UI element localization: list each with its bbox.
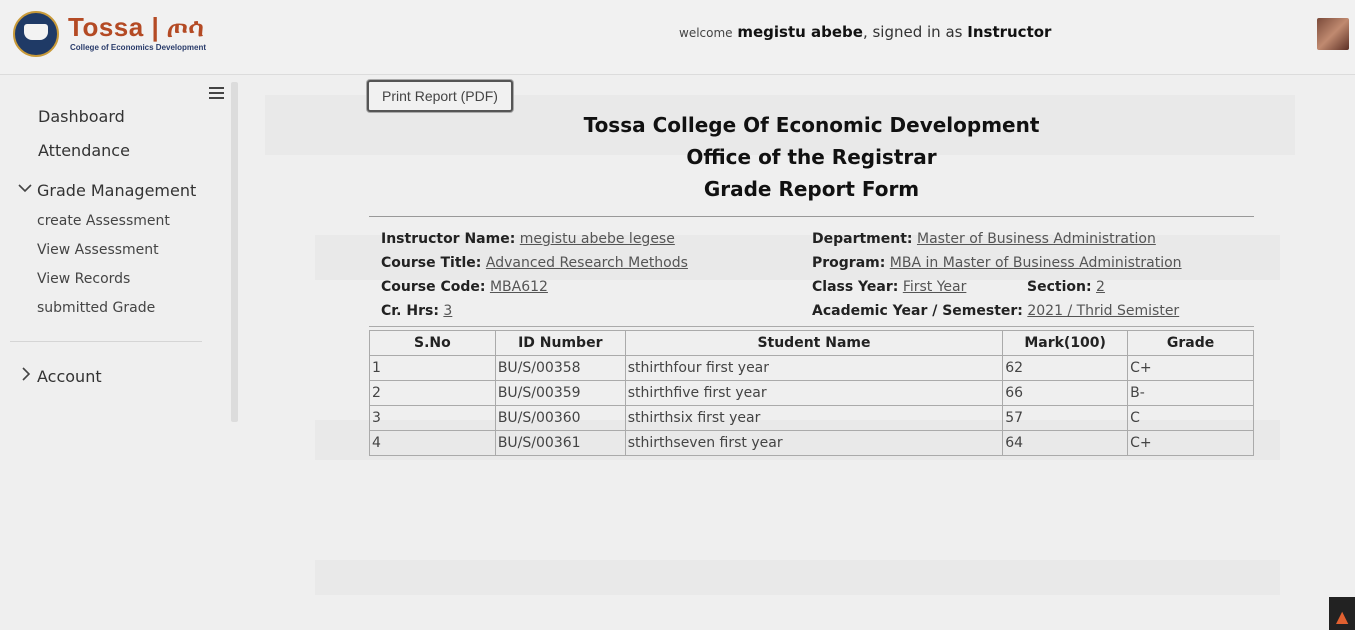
program-row: Program: MBA in Master of Business Admin…: [812, 255, 1182, 271]
credit-hours-label: Cr. Hrs:: [381, 303, 439, 319]
credit-hours-value: 3: [443, 303, 453, 319]
class-year-value: First Year: [902, 279, 967, 295]
print-report-button[interactable]: Print Report (PDF): [367, 80, 513, 112]
cell-sno: 3: [369, 405, 496, 431]
cell-sno: 2: [369, 380, 496, 406]
sidebar-item-attendance[interactable]: Attendance: [38, 141, 130, 160]
column-header-id: ID Number: [494, 330, 626, 356]
chevron-down-icon[interactable]: [17, 180, 33, 200]
sidebar-item-view-assessment[interactable]: View Assessment: [37, 242, 159, 258]
academic-year-label: Academic Year / Semester:: [812, 303, 1023, 319]
table-row: 2 BU/S/00359 sthirthfive first year 66 B…: [369, 380, 1254, 406]
column-header-sno: S.No: [369, 330, 496, 356]
cell-student-name: sthirthseven first year: [624, 430, 1004, 456]
welcome-message: welcome megistu abebe, signed in as Inst…: [679, 23, 1051, 41]
course-code-value: MBA612: [489, 279, 548, 295]
cell-student-name: sthirthfour first year: [624, 355, 1004, 381]
cell-mark: 57: [1002, 405, 1129, 431]
background-panel: [315, 560, 1280, 595]
department-value: Master of Business Administration: [916, 231, 1156, 247]
column-header-mark: Mark(100): [1002, 330, 1129, 356]
sidebar-divider: [10, 341, 202, 342]
cell-student-name: sthirthfive first year: [624, 380, 1004, 406]
user-name: megistu abebe: [737, 23, 863, 41]
course-title-row: Course Title: Advanced Research Methods: [381, 255, 688, 271]
cell-sno: 1: [369, 355, 496, 381]
sidebar-item-dashboard[interactable]: Dashboard: [38, 107, 125, 126]
cell-grade: C+: [1127, 430, 1254, 456]
class-year-label: Class Year:: [812, 279, 899, 295]
sidebar-item-view-records[interactable]: View Records: [37, 271, 130, 287]
welcome-prefix: welcome: [679, 26, 733, 40]
cell-sno: 4: [369, 430, 496, 456]
info-divider: [369, 326, 1254, 327]
logo-name[interactable]: Tossa | ጦሳ: [68, 12, 204, 44]
section-label: Section:: [1027, 279, 1092, 295]
report-office-title: Office of the Registrar: [686, 145, 937, 169]
course-title-value: Advanced Research Methods: [485, 255, 688, 271]
logo-subtitle: College of Economics Development: [70, 43, 207, 52]
flame-icon: ▲: [1336, 607, 1349, 626]
course-title-label: Course Title:: [381, 255, 482, 271]
academic-year-row: Academic Year / Semester: 2021 / Thrid S…: [812, 303, 1179, 319]
section-row: Section: 2: [1027, 279, 1105, 295]
cell-id: BU/S/00361: [494, 430, 626, 456]
cell-grade: B-: [1127, 380, 1254, 406]
table-header-row: S.No ID Number Student Name Mark(100) Gr…: [369, 330, 1254, 356]
cell-student-name: sthirthsix first year: [624, 405, 1004, 431]
column-header-grade: Grade: [1127, 330, 1254, 356]
instructor-name-value: megistu abebe legese: [519, 231, 675, 247]
user-role: Instructor: [967, 23, 1052, 41]
sidebar-item-submitted-grade[interactable]: submitted Grade: [37, 300, 155, 316]
sidebar-item-create-assessment[interactable]: create Assessment: [37, 213, 170, 229]
table-row: 3 BU/S/00360 sthirthsix first year 57 C: [369, 405, 1254, 431]
college-logo-icon[interactable]: [13, 11, 59, 57]
class-year-row: Class Year: First Year: [812, 279, 966, 295]
department-row: Department: Master of Business Administr…: [812, 231, 1156, 247]
cell-id: BU/S/00358: [494, 355, 626, 381]
corner-widget-button[interactable]: ▲: [1329, 597, 1355, 630]
column-header-student-name: Student Name: [624, 330, 1004, 356]
instructor-name-row: Instructor Name: megistu abebe legese: [381, 231, 675, 247]
top-bar: Tossa | ጦሳ College of Economics Developm…: [0, 0, 1355, 75]
chevron-right-icon[interactable]: [19, 366, 33, 386]
instructor-name-label: Instructor Name:: [381, 231, 516, 247]
program-value: MBA in Master of Business Administration: [889, 255, 1182, 271]
department-label: Department:: [812, 231, 913, 247]
avatar[interactable]: [1317, 18, 1349, 50]
section-value: 2: [1096, 279, 1105, 295]
cell-grade: C+: [1127, 355, 1254, 381]
cell-grade: C: [1127, 405, 1254, 431]
sidebar-item-grade-management[interactable]: Grade Management: [37, 181, 196, 200]
academic-year-value: 2021 / Thrid Semister: [1027, 303, 1180, 319]
cell-mark: 62: [1002, 355, 1129, 381]
program-label: Program:: [812, 255, 886, 271]
report-college-title: Tossa College Of Economic Development: [583, 113, 1040, 137]
table-row: 1 BU/S/00358 sthirthfour first year 62 C…: [369, 355, 1254, 381]
cell-mark: 66: [1002, 380, 1129, 406]
cell-id: BU/S/00360: [494, 405, 626, 431]
grade-table: S.No ID Number Student Name Mark(100) Gr…: [369, 330, 1254, 456]
signed-in-text: , signed in as: [862, 23, 963, 41]
report-form-title: Grade Report Form: [703, 177, 920, 201]
course-code-label: Course Code:: [381, 279, 486, 295]
table-row: 4 BU/S/00361 sthirthseven first year 64 …: [369, 430, 1254, 456]
cell-id: BU/S/00359: [494, 380, 626, 406]
sidebar-scrollbar[interactable]: [231, 82, 238, 422]
header-divider: [369, 216, 1254, 217]
sidebar-item-account[interactable]: Account: [37, 367, 102, 386]
hamburger-icon[interactable]: [209, 87, 224, 100]
course-code-row: Course Code: MBA612: [381, 279, 548, 295]
cell-mark: 64: [1002, 430, 1129, 456]
credit-hours-row: Cr. Hrs: 3: [381, 303, 452, 319]
